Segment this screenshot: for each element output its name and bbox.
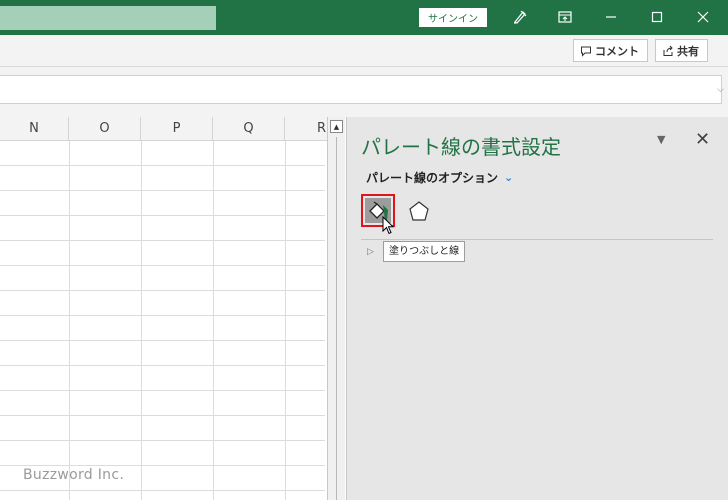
share-label: 共有: [677, 44, 699, 58]
comment-label: コメント: [595, 44, 639, 58]
pane-subtitle: パレート線のオプション: [366, 171, 499, 185]
expand-formula-icon[interactable]: ⌵: [717, 85, 724, 95]
effects-icon: [409, 201, 429, 221]
column-header-o[interactable]: O: [69, 117, 141, 141]
ribbon-display-icon[interactable]: [555, 7, 575, 27]
pen-icon[interactable]: [510, 7, 530, 27]
share-icon: [663, 45, 673, 56]
column-header-p[interactable]: P: [141, 117, 213, 141]
column-header-r[interactable]: R: [285, 117, 327, 141]
pane-title: パレート線の書式設定: [361, 135, 561, 159]
cell-area[interactable]: [0, 141, 325, 500]
share-button[interactable]: 共有: [655, 39, 708, 62]
ribbon-bar: コメント 共有: [0, 35, 728, 67]
expand-section-icon[interactable]: ▷: [367, 247, 374, 257]
effects-tab[interactable]: [405, 197, 433, 225]
chevron-down-icon: ⌄: [504, 171, 514, 184]
watermark: Buzzword Inc.: [23, 467, 125, 483]
title-bar: サインイン: [0, 0, 728, 35]
maximize-icon[interactable]: [647, 7, 667, 27]
worksheet-grid[interactable]: N O P Q R: [0, 117, 327, 500]
close-icon[interactable]: [693, 7, 713, 27]
comment-button[interactable]: コメント: [573, 39, 648, 62]
pane-close-icon[interactable]: ✕: [695, 129, 710, 150]
comment-icon: [581, 46, 591, 57]
pane-options-dropdown[interactable]: パレート線のオプション ⌄: [366, 169, 513, 186]
minimize-icon[interactable]: [601, 7, 621, 27]
column-header-n[interactable]: N: [0, 117, 69, 141]
scroll-track: [336, 137, 337, 500]
pane-divider: [361, 239, 713, 240]
mouse-cursor-icon: [382, 216, 394, 235]
formula-input[interactable]: [0, 75, 722, 104]
sign-in-button[interactable]: サインイン: [419, 8, 487, 27]
column-headers: N O P Q R: [0, 117, 327, 141]
tooltip: 塗りつぶしと線: [383, 241, 466, 262]
format-pane: パレート線の書式設定 ▼ ✕ パレート線のオプション ⌄ ▷ 塗りつぶしと線: [346, 117, 728, 500]
search-box[interactable]: [0, 6, 216, 30]
vertical-scrollbar[interactable]: ▲: [327, 117, 345, 500]
formula-bar: ⌵: [0, 67, 728, 117]
scroll-up-icon[interactable]: ▲: [330, 120, 343, 133]
pane-options-icon[interactable]: ▼: [657, 133, 665, 146]
column-header-q[interactable]: Q: [213, 117, 285, 141]
